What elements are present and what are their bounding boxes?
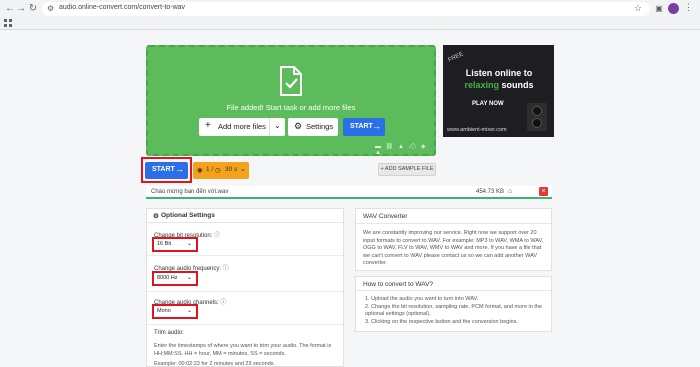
- address-bar[interactable]: ⚙ audio.online-convert.com/convert-to-wa…: [42, 2, 650, 16]
- browser-toolbar: ← → ↻ ⚙ audio.online-convert.com/convert…: [0, 0, 700, 30]
- audio-channels-select[interactable]: Mono ⌄: [156, 308, 194, 315]
- highlight-box: 8000 Hz ⌄: [152, 271, 198, 286]
- plus-icon: +: [205, 120, 211, 131]
- bookmark-star-icon[interactable]: ☆: [634, 3, 642, 14]
- highlight-box: 16 Bit ⌄: [152, 237, 198, 252]
- ad-banner[interactable]: FREE Listen online to relaxing sounds PL…: [443, 45, 554, 137]
- apps-grid-icon[interactable]: [4, 19, 13, 28]
- how-to-header: How to convert to WAV?: [356, 277, 551, 291]
- chevron-down-icon: ⌄: [187, 241, 193, 247]
- add-more-files-button[interactable]: + Add more files ⌄: [199, 118, 285, 136]
- avatar[interactable]: [668, 3, 679, 14]
- info-icon: ⓘ: [222, 266, 229, 272]
- trim-audio-label: Trim audio:: [154, 330, 184, 336]
- ad-headline: Listen online to: [465, 68, 533, 78]
- ad-site: www.ambient-mixer.com: [447, 127, 507, 133]
- ad-badge: FREE: [447, 51, 465, 64]
- bit-resolution-select[interactable]: 16 Bit ⌄: [156, 241, 194, 248]
- optional-settings-panel: ⚙ Optional Settings Change bit resolutio…: [146, 208, 344, 367]
- trim-audio-example: Example: 00:02:23 for 2 minutes and 23 s…: [154, 361, 276, 367]
- file-size: 454.73 KB: [476, 189, 505, 195]
- site-info-icon[interactable]: ⚙: [47, 4, 54, 13]
- file-row: Chào mừng bạn đến với.wav 454.73 KB ⌂ ×: [146, 186, 552, 199]
- optional-settings-header: ⚙ Optional Settings: [147, 209, 343, 223]
- clock-icon: ◷: [215, 167, 221, 174]
- chevron-down-icon[interactable]: ⌄: [274, 121, 281, 130]
- chevron-down-icon: ⌄: [240, 166, 246, 173]
- arrow-right-icon: →: [372, 121, 381, 131]
- how-to-panel: How to convert to WAV? 1. Upload the aud…: [355, 276, 552, 332]
- credits-dropdown[interactable]: ◉ 1 / ◷ 30 s ⌄: [193, 162, 249, 179]
- reload-icon[interactable]: ↻: [27, 3, 39, 15]
- menu-icon[interactable]: ⋮: [684, 2, 693, 13]
- file-name: Chào mừng bạn đến với.wav: [151, 189, 229, 195]
- info-icon: ⓘ: [220, 300, 227, 306]
- file-check-icon: [280, 66, 302, 96]
- chevron-down-icon: ⌄: [187, 275, 193, 281]
- settings-button[interactable]: ⚙ Settings: [288, 118, 338, 136]
- wav-converter-panel: WAV Converter We are constantly improvin…: [355, 208, 552, 271]
- arrow-right-icon: →: [175, 164, 184, 174]
- upload-status: File added! Start task or add more files: [226, 103, 356, 112]
- ad-cta[interactable]: PLAY NOW: [472, 101, 504, 107]
- list-item: 3. Clicking on the respective button and…: [365, 318, 518, 325]
- compress-icon[interactable]: ⌂: [508, 188, 512, 195]
- trim-audio-description: Enter the timestamps of where you want t…: [154, 343, 332, 357]
- wav-converter-text: We are constantly improving our service.…: [363, 230, 544, 267]
- wav-converter-header: WAV Converter: [356, 209, 551, 224]
- chevron-down-icon: ⌄: [187, 308, 193, 314]
- eye-icon: ◉: [197, 167, 203, 174]
- list-item: 2. Change the bit resolution, sampling r…: [365, 303, 543, 318]
- gear-icon: ⚙: [294, 121, 303, 131]
- list-item: 1. Upload the audio you want to turn int…: [365, 296, 479, 302]
- url-text: audio.online-convert.com/convert-to-wav: [59, 4, 186, 11]
- ad-headline-2: relaxing sounds: [464, 80, 534, 90]
- start-button-top[interactable]: START →: [343, 118, 385, 136]
- speaker-icon: [527, 103, 547, 131]
- extension-icon[interactable]: ▣: [654, 4, 664, 14]
- add-sample-file-button[interactable]: + ADD SAMPLE FILE: [378, 163, 436, 176]
- upload-dropzone[interactable]: File added! Start task or add more files…: [146, 45, 436, 156]
- info-icon: ⓘ: [214, 233, 221, 239]
- start-button[interactable]: START →: [145, 162, 188, 179]
- forward-icon[interactable]: →: [15, 3, 27, 15]
- highlight-box: Mono ⌄: [152, 304, 198, 319]
- how-to-steps: 1. Upload the audio you want to turn int…: [365, 296, 547, 326]
- delete-file-button[interactable]: ×: [539, 187, 548, 196]
- gear-icon: ⚙: [153, 213, 159, 220]
- audio-frequency-select[interactable]: 8000 Hz ⌄: [156, 275, 194, 282]
- source-icons[interactable]: ▬ ⛓ ▲ ☁ ◈ ▲: [375, 143, 434, 156]
